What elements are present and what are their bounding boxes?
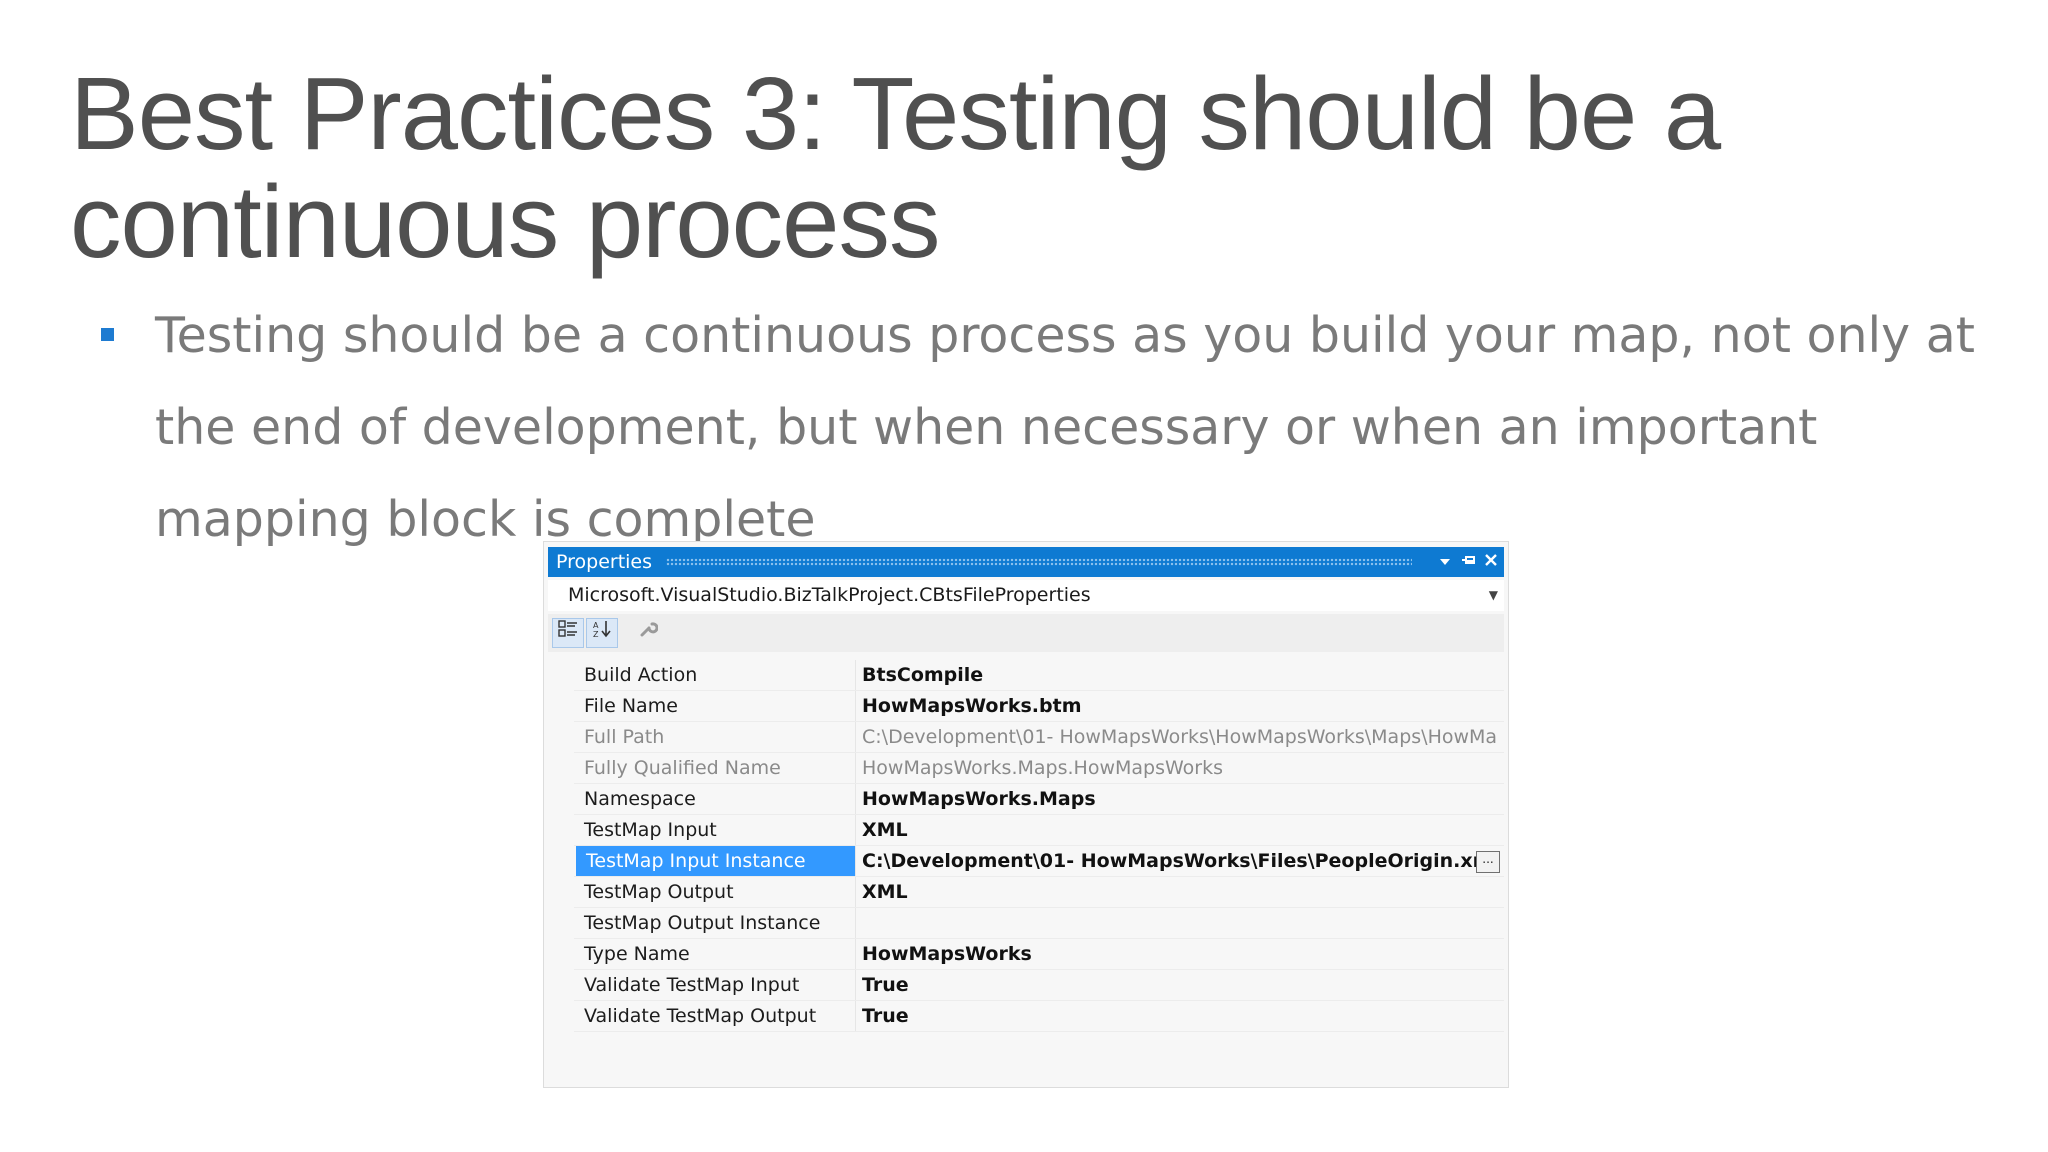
property-row-build-action[interactable]: Build Action BtsCompile	[574, 660, 1504, 691]
property-name: TestMap Input Instance	[576, 846, 856, 876]
property-row-testmap-input-instance[interactable]: TestMap Input Instance C:\Development\01…	[574, 846, 1504, 877]
property-value[interactable]: XML	[862, 815, 1504, 845]
property-row-namespace[interactable]: Namespace HowMapsWorks.Maps	[574, 784, 1504, 815]
property-row-testmap-output-instance[interactable]: TestMap Output Instance	[574, 908, 1504, 939]
property-row-type-name[interactable]: Type Name HowMapsWorks	[574, 939, 1504, 970]
property-name: TestMap Output	[574, 877, 856, 907]
categorized-icon[interactable]	[552, 618, 584, 648]
property-pages-wrench-icon[interactable]	[632, 618, 664, 648]
property-value[interactable]: True	[862, 1001, 1504, 1031]
slide-title-line2: continuous process	[70, 164, 940, 279]
browse-ellipsis-button[interactable]: ...	[1476, 851, 1500, 873]
object-selector[interactable]: Microsoft.VisualStudio.BizTalkProject.CB…	[548, 580, 1504, 611]
property-row-testmap-input[interactable]: TestMap Input XML	[574, 815, 1504, 846]
property-name: File Name	[574, 691, 856, 721]
property-value[interactable]: HowMapsWorks.Maps	[862, 784, 1504, 814]
pin-icon[interactable]	[1458, 551, 1480, 573]
property-name: Validate TestMap Input	[574, 970, 856, 1000]
property-value[interactable]	[862, 908, 1504, 938]
property-value: HowMapsWorks.Maps.HowMapsWorks	[862, 757, 1223, 779]
properties-window: Properties Microsoft.VisualStudio.BizTal…	[543, 541, 1509, 1088]
bullet-marker	[101, 328, 114, 341]
properties-title: Properties	[556, 551, 653, 573]
property-name: Build Action	[574, 660, 856, 690]
property-row-validate-testmap-output[interactable]: Validate TestMap Output True	[574, 1001, 1504, 1032]
property-row-testmap-output[interactable]: TestMap Output XML	[574, 877, 1504, 908]
svg-text:Z: Z	[593, 630, 599, 639]
property-name: TestMap Input	[574, 815, 856, 845]
property-value[interactable]: BtsCompile	[862, 660, 1504, 690]
property-value[interactable]: XML	[862, 877, 1504, 907]
property-name: Validate TestMap Output	[574, 1001, 856, 1031]
property-name: Type Name	[574, 939, 856, 969]
dropdown-arrow-icon[interactable]	[1434, 551, 1456, 573]
alphabetical-icon[interactable]: AZ	[586, 618, 618, 648]
chevron-down-icon[interactable]: ▼	[1489, 580, 1498, 611]
object-selector-value: Microsoft.VisualStudio.BizTalkProject.CB…	[568, 584, 1091, 606]
property-value[interactable]: True	[862, 970, 1504, 1000]
properties-toolbar: AZ	[548, 614, 1504, 652]
property-name: TestMap Output Instance	[574, 908, 856, 938]
bullet-text: Testing should be a continuous process a…	[155, 307, 1975, 548]
properties-titlebar[interactable]: Properties	[548, 547, 1504, 577]
property-name: Full Path	[574, 722, 856, 752]
slide-title-line1: Best Practices 3: Testing should be a	[70, 56, 1721, 171]
property-name: Fully Qualified Name	[574, 753, 856, 783]
property-value[interactable]: C:\Development\01- HowMapsWorks\Files\Pe…	[862, 846, 1504, 876]
property-value[interactable]: HowMapsWorks.btm	[862, 691, 1504, 721]
property-row-fully-qualified-name[interactable]: Fully Qualified Name HowMapsWorks.Maps.H…	[574, 753, 1504, 784]
property-name: Namespace	[574, 784, 856, 814]
property-row-validate-testmap-input[interactable]: Validate TestMap Input True	[574, 970, 1504, 1001]
slide-title: Best Practices 3: Testing should be a co…	[70, 60, 1970, 276]
property-grid: Build Action BtsCompile File Name HowMap…	[574, 660, 1504, 1032]
property-value: C:\Development\01- HowMapsWorks\HowMapsW…	[862, 726, 1498, 748]
titlebar-grip[interactable]	[666, 558, 1412, 566]
property-row-full-path[interactable]: Full Path C:\Development\01- HowMapsWork…	[574, 722, 1504, 753]
property-row-file-name[interactable]: File Name HowMapsWorks.btm	[574, 691, 1504, 722]
close-icon[interactable]	[1480, 551, 1502, 573]
svg-text:A: A	[593, 621, 599, 630]
property-value[interactable]: HowMapsWorks	[862, 939, 1504, 969]
